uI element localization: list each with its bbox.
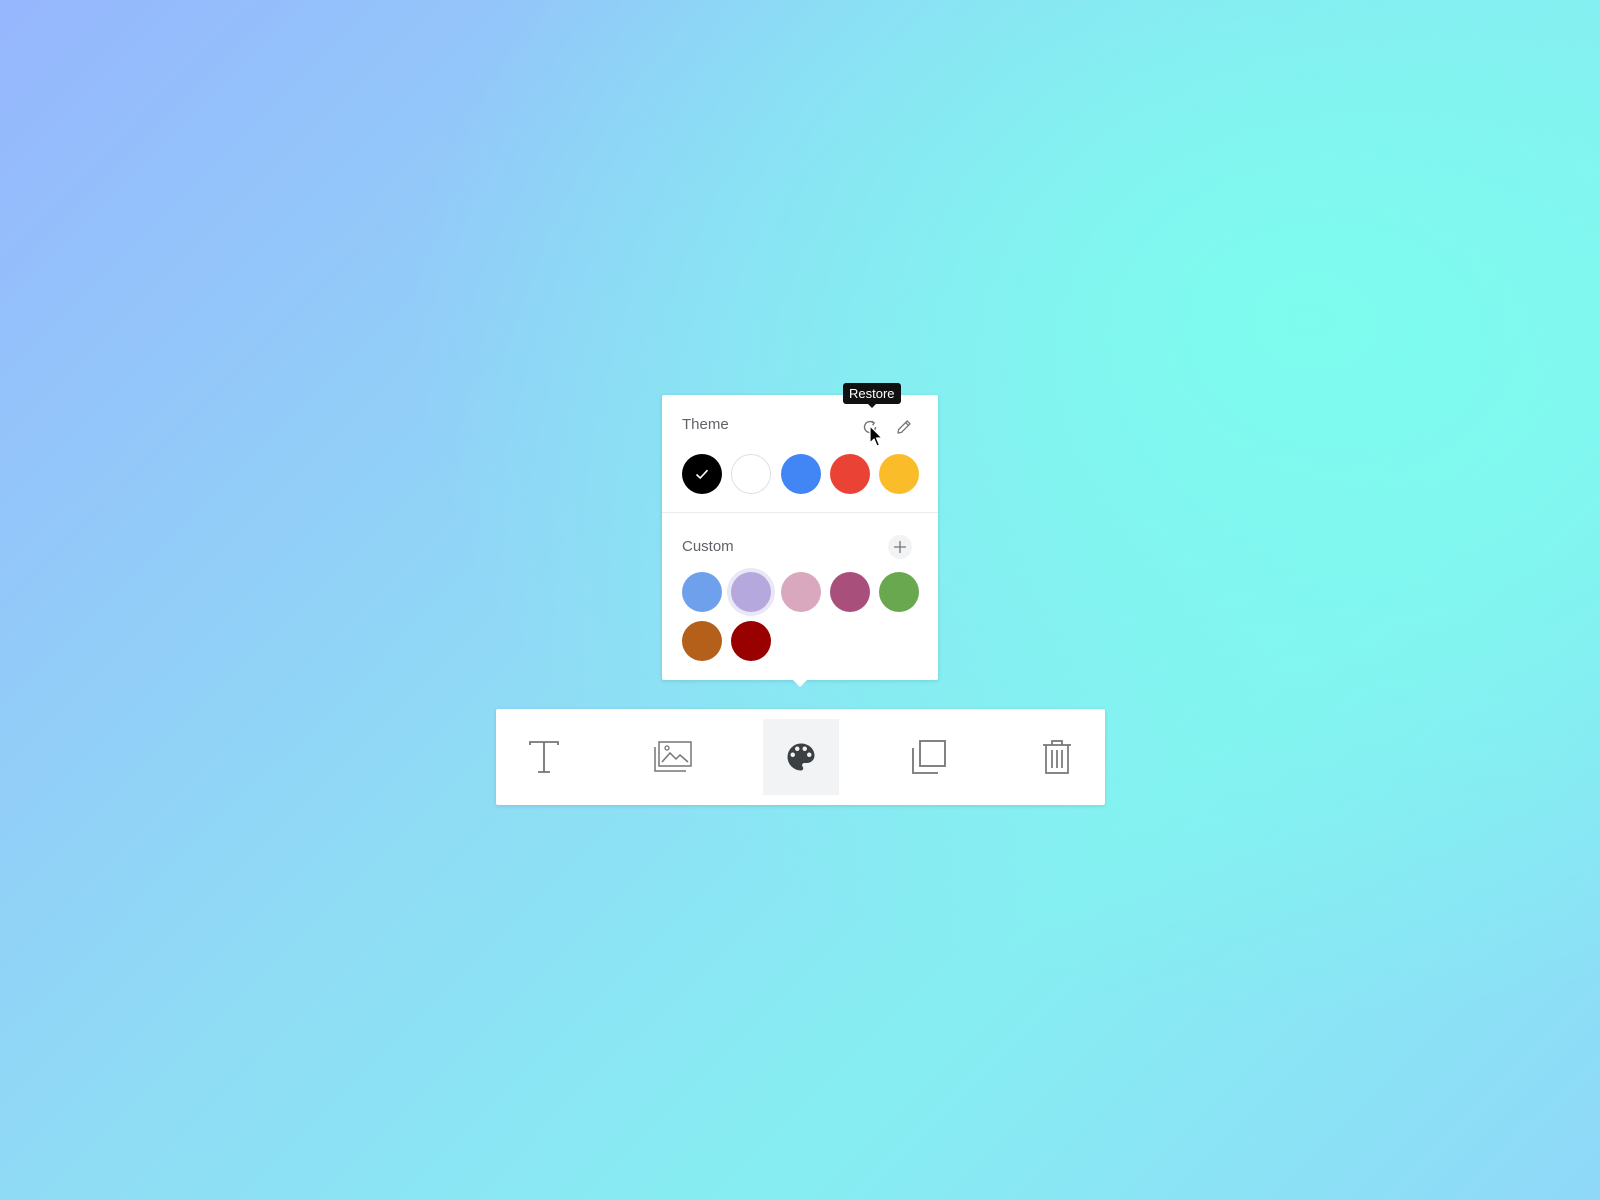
edit-theme-button[interactable] xyxy=(892,415,916,439)
custom-swatch-cornflower[interactable] xyxy=(682,572,722,612)
restore-tooltip: Restore xyxy=(843,383,901,408)
section-divider xyxy=(662,512,938,513)
color-popover: Theme Custom xyxy=(662,395,938,680)
custom-section-title: Custom xyxy=(682,538,734,555)
theme-swatch-black[interactable] xyxy=(682,454,722,494)
theme-swatch-yellow[interactable] xyxy=(879,454,919,494)
delete-tool-button[interactable] xyxy=(1019,719,1095,795)
pencil-icon xyxy=(897,420,911,434)
popover-arrow xyxy=(791,678,809,687)
custom-swatch-brown[interactable] xyxy=(682,621,722,661)
custom-swatch-magenta[interactable] xyxy=(830,572,870,612)
plus-icon xyxy=(894,541,906,553)
add-custom-color-button[interactable] xyxy=(888,535,912,559)
checkmark-icon xyxy=(695,469,709,480)
mouse-cursor-icon xyxy=(869,425,883,447)
palette-icon xyxy=(787,743,815,771)
custom-swatch-dark-red[interactable] xyxy=(731,621,771,661)
text-tool-button[interactable] xyxy=(506,719,582,795)
image-tool-button[interactable] xyxy=(635,719,711,795)
custom-swatch-green[interactable] xyxy=(879,572,919,612)
custom-swatch-lavender[interactable] xyxy=(731,572,771,612)
color-tool-button[interactable] xyxy=(763,719,839,795)
theme-swatch-blue[interactable] xyxy=(781,454,821,494)
image-icon xyxy=(654,741,692,772)
bottom-toolbar xyxy=(496,709,1105,805)
trash-icon xyxy=(1043,740,1071,774)
duplicate-icon xyxy=(912,740,946,774)
theme-section-title: Theme xyxy=(682,416,729,433)
custom-swatch-pink[interactable] xyxy=(781,572,821,612)
duplicate-tool-button[interactable] xyxy=(891,719,967,795)
text-icon xyxy=(529,741,559,773)
theme-swatch-red[interactable] xyxy=(830,454,870,494)
theme-swatch-white[interactable] xyxy=(731,454,771,494)
